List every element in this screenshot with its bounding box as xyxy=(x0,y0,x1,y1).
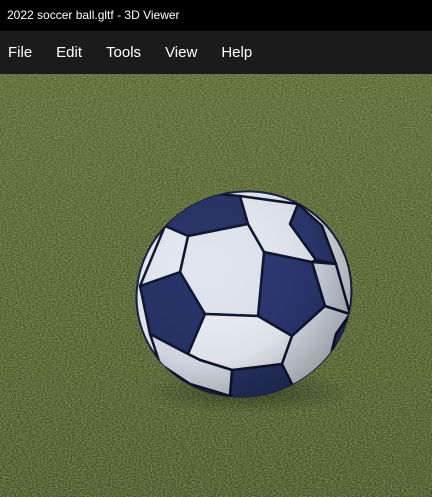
menu-tools[interactable]: Tools xyxy=(98,31,153,74)
menu-edit[interactable]: Edit xyxy=(48,31,94,74)
menu-file[interactable]: File xyxy=(0,31,44,74)
scene-canvas[interactable] xyxy=(0,74,432,497)
menu-view[interactable]: View xyxy=(157,31,209,74)
window-title: 2022 soccer ball.gltf - 3D Viewer xyxy=(0,0,432,31)
menu-help[interactable]: Help xyxy=(213,31,264,74)
menu-bar: File Edit Tools View Help xyxy=(0,31,432,74)
3d-viewport[interactable] xyxy=(0,74,432,497)
